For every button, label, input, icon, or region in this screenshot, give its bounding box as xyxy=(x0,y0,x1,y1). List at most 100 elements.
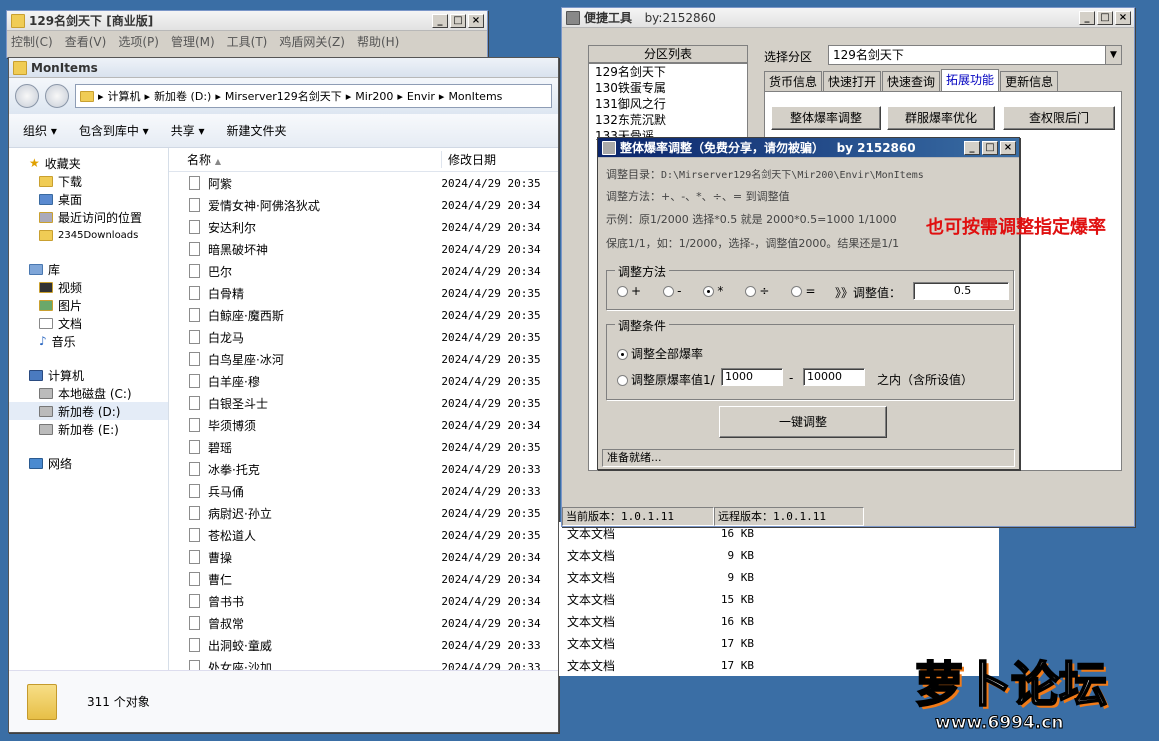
forward-button[interactable] xyxy=(45,84,69,108)
file-row[interactable]: 出洞蛟·童威 2024/4/29 20:33 xyxy=(169,634,558,656)
partition-item[interactable]: 132东荒沉默 xyxy=(589,112,747,128)
main-app-titlebar[interactable]: 129名剑天下 [商业版] _ □ × xyxy=(7,11,487,31)
op-minus-radio[interactable]: - xyxy=(663,284,681,298)
column-name[interactable]: 名称 ▲ xyxy=(169,151,441,168)
op-plus-radio[interactable]: + xyxy=(617,284,641,298)
file-row[interactable]: 病尉迟·孙立 2024/4/29 20:35 xyxy=(169,502,558,524)
menu-help[interactable]: 帮助(H) xyxy=(357,33,399,50)
file-row[interactable]: 白鲸座·魔西斯 2024/4/29 20:35 xyxy=(169,304,558,326)
cond-all-radio[interactable]: 调整全部爆率 xyxy=(617,345,703,362)
minimize-button[interactable]: _ xyxy=(1079,10,1095,25)
range-to-input[interactable]: 10000 xyxy=(803,368,865,386)
file-row[interactable]: 曹仁 2024/4/29 20:34 xyxy=(169,568,558,590)
op-multiply-radio[interactable]: * xyxy=(703,284,723,298)
explorer-titlebar[interactable]: MonItems xyxy=(9,58,558,78)
partition-item[interactable]: 129名剑天下 xyxy=(589,64,747,80)
chevron-down-icon[interactable]: ▼ xyxy=(1105,46,1121,64)
file-row[interactable]: 白银圣斗士 2024/4/29 20:35 xyxy=(169,392,558,414)
file-row[interactable]: 暗黑破坏神 2024/4/29 20:34 xyxy=(169,238,558,260)
file-row[interactable]: 巴尔 2024/4/29 20:34 xyxy=(169,260,558,282)
adjust-value-input[interactable]: 0.5 xyxy=(913,282,1009,300)
nav-library[interactable]: 库 xyxy=(9,260,168,278)
file-row-details[interactable]: 文本文档 9 KB xyxy=(559,566,999,588)
file-row[interactable]: 白龙马 2024/4/29 20:35 xyxy=(169,326,558,348)
organize-button[interactable]: 组织 ▾ xyxy=(23,122,57,139)
file-row-details[interactable]: 文本文档 16 KB xyxy=(559,610,999,632)
menu-tools[interactable]: 工具(T) xyxy=(227,33,268,50)
file-row-details[interactable]: 文本文档 9 KB xyxy=(559,544,999,566)
file-row[interactable]: 白羊座·穆 2024/4/29 20:35 xyxy=(169,370,558,392)
share-button[interactable]: 共享 ▾ xyxy=(171,122,205,139)
minimize-button[interactable]: _ xyxy=(964,140,980,155)
nav-drive-c[interactable]: 本地磁盘 (C:) xyxy=(9,384,168,402)
file-row[interactable]: 兵马俑 2024/4/29 20:33 xyxy=(169,480,558,502)
tools-titlebar[interactable]: 便捷工具 by:2152860 _ □ × xyxy=(562,8,1134,28)
file-row[interactable]: 苍松道人 2024/4/29 20:35 xyxy=(169,524,558,546)
nav-music[interactable]: ♪ 音乐 xyxy=(9,332,168,350)
menu-gateway[interactable]: 鸡盾网关(Z) xyxy=(279,33,345,50)
close-button[interactable]: × xyxy=(468,13,484,28)
breadcrumb-monitems[interactable]: MonItems xyxy=(448,90,502,103)
close-button[interactable]: × xyxy=(1115,10,1131,25)
file-row-details[interactable]: 文本文档 15 KB xyxy=(559,588,999,610)
nav-videos[interactable]: 视频 xyxy=(9,278,168,296)
breadcrumb-drive[interactable]: 新加卷 (D:) xyxy=(154,88,211,104)
include-library-button[interactable]: 包含到库中 ▾ xyxy=(79,122,149,139)
file-row[interactable]: 爱情女神·阿佛洛狄忒 2024/4/29 20:34 xyxy=(169,194,558,216)
menu-options[interactable]: 选项(P) xyxy=(118,33,159,50)
tab-currency[interactable]: 货币信息 xyxy=(764,71,823,91)
tab-updates[interactable]: 更新信息 xyxy=(1000,71,1059,91)
nav-downloads[interactable]: 下载 xyxy=(9,172,168,190)
back-button[interactable] xyxy=(15,84,39,108)
file-row[interactable]: 冰拳·托克 2024/4/29 20:33 xyxy=(169,458,558,480)
tab-quick-query[interactable]: 快速查询 xyxy=(882,71,941,91)
file-row[interactable]: 处女座·沙加 2024/4/29 20:33 xyxy=(169,656,558,670)
maximize-button[interactable]: □ xyxy=(450,13,466,28)
nav-desktop[interactable]: 桌面 xyxy=(9,190,168,208)
nav-favorites[interactable]: ★ 收藏夹 xyxy=(9,154,168,172)
file-row[interactable]: 白鸟星座·冰河 2024/4/29 20:35 xyxy=(169,348,558,370)
maximize-button[interactable]: □ xyxy=(1097,10,1113,25)
new-folder-button[interactable]: 新建文件夹 xyxy=(227,122,287,139)
cond-range-radio[interactable]: 调整原爆率值1/ xyxy=(617,371,715,388)
run-adjust-button[interactable]: 一键调整 xyxy=(719,406,887,438)
op-divide-radio[interactable]: ÷ xyxy=(745,284,769,298)
address-bar[interactable]: ▸ 计算机 ▸ 新加卷 (D:) ▸ Mirserver129名剑天下 ▸ Mir20… xyxy=(75,84,552,108)
breadcrumb-envir[interactable]: Envir xyxy=(407,90,435,103)
check-backdoor-button[interactable]: 查权限后门 xyxy=(1003,106,1115,130)
close-button[interactable]: × xyxy=(1000,140,1016,155)
nav-recent[interactable]: 最近访问的位置 xyxy=(9,208,168,226)
menu-manage[interactable]: 管理(M) xyxy=(171,33,215,50)
group-droprate-button[interactable]: 群服爆率优化 xyxy=(887,106,995,130)
menu-view[interactable]: 查看(V) xyxy=(65,33,107,50)
file-row[interactable]: 白骨精 2024/4/29 20:35 xyxy=(169,282,558,304)
breadcrumb-computer[interactable]: 计算机 xyxy=(108,88,141,104)
file-row[interactable]: 安达利尔 2024/4/29 20:34 xyxy=(169,216,558,238)
range-from-input[interactable]: 1000 xyxy=(721,368,783,386)
nav-network[interactable]: 网络 xyxy=(9,454,168,472)
menu-control[interactable]: 控制(C) xyxy=(11,33,53,50)
file-row[interactable]: 曾叔常 2024/4/29 20:34 xyxy=(169,612,558,634)
partition-select[interactable]: 129名剑天下 ▼ xyxy=(828,45,1122,65)
nav-documents[interactable]: 文档 xyxy=(9,314,168,332)
breadcrumb-mirserver[interactable]: Mirserver129名剑天下 xyxy=(225,88,342,104)
maximize-button[interactable]: □ xyxy=(982,140,998,155)
tab-quick-open[interactable]: 快速打开 xyxy=(823,71,882,91)
file-row[interactable]: 曹操 2024/4/29 20:34 xyxy=(169,546,558,568)
nav-2345downloads[interactable]: 2345Downloads xyxy=(9,226,168,244)
minimize-button[interactable]: _ xyxy=(432,13,448,28)
overall-droprate-button[interactable]: 整体爆率调整 xyxy=(771,106,881,130)
breadcrumb-mir200[interactable]: Mir200 xyxy=(355,90,393,103)
nav-pictures[interactable]: 图片 xyxy=(9,296,168,314)
file-row[interactable]: 曾书书 2024/4/29 20:34 xyxy=(169,590,558,612)
file-row[interactable]: 阿紫 2024/4/29 20:35 xyxy=(169,172,558,194)
nav-drive-e[interactable]: 新加卷 (E:) xyxy=(9,420,168,438)
nav-computer[interactable]: 计算机 xyxy=(9,366,168,384)
dialog-titlebar[interactable]: 整体爆率调整（免费分享，请勿被骗） by 2152860 _ □ × xyxy=(598,138,1019,158)
column-date[interactable]: 修改日期 xyxy=(441,151,496,168)
partition-item[interactable]: 130铁蛋专属 xyxy=(589,80,747,96)
nav-drive-d[interactable]: 新加卷 (D:) xyxy=(9,402,168,420)
tab-extensions[interactable]: 拓展功能 xyxy=(941,69,1000,91)
partition-item[interactable]: 131御风之行 xyxy=(589,96,747,112)
op-equal-radio[interactable]: = xyxy=(791,284,816,298)
